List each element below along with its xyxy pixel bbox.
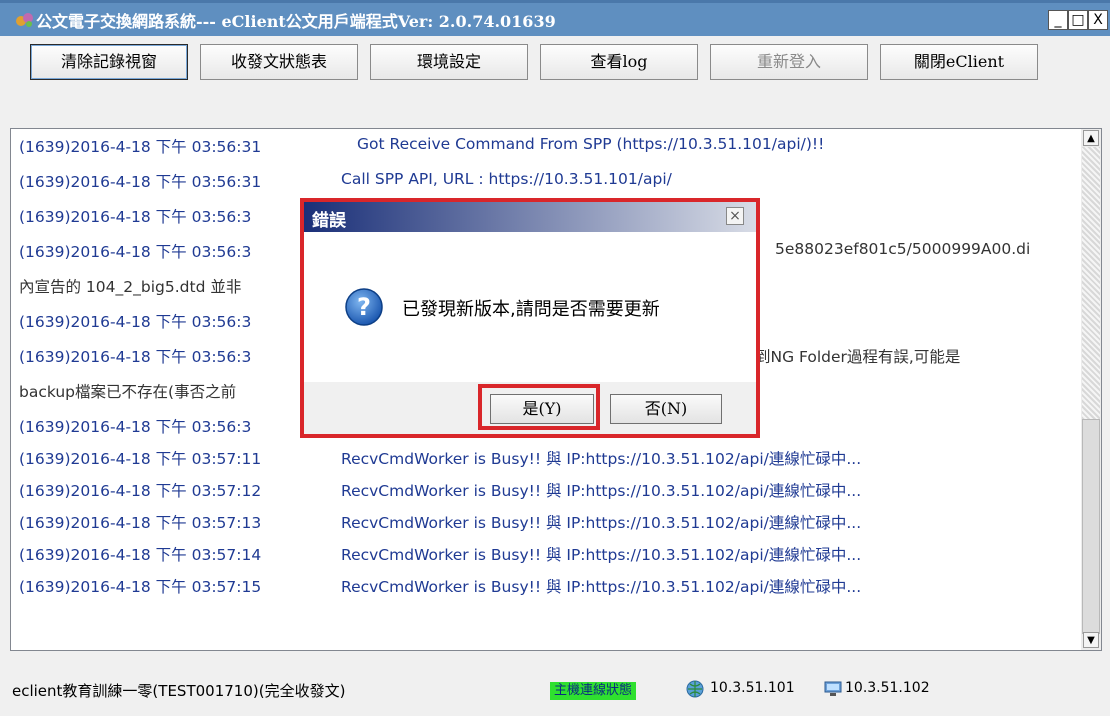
log-message: RecvCmdWorker is Busy!! 與 IP:https://10.… bbox=[341, 578, 862, 596]
close-eclient-button[interactable]: 關閉eClient bbox=[880, 44, 1038, 80]
globe-icon bbox=[686, 680, 704, 698]
relogin-button: 重新登入 bbox=[710, 44, 868, 80]
connection-status-badge: 主機連線狀態 bbox=[550, 682, 637, 700]
log-line-wrap: 內宣告的 104_2_big5.dtd 並非 bbox=[19, 278, 242, 296]
yes-button-highlight bbox=[478, 384, 600, 430]
question-icon: ? bbox=[345, 288, 383, 326]
dialog-message: 已發現新版本,請問是否需要更新 bbox=[402, 299, 660, 320]
title-bar[interactable]: 公文電子交換網路系統--- eClient公文用戶端程式Ver: 2.0.74.… bbox=[0, 0, 1110, 36]
log-timestamp: (1639)2016-4-18 下午 03:56:3 bbox=[19, 418, 252, 436]
scroll-down-icon[interactable]: ▼ bbox=[1083, 632, 1099, 648]
log-message: RecvCmdWorker is Busy!! 與 IP:https://10.… bbox=[341, 514, 862, 532]
log-line-wrap: backup檔案已不存在(事否之前 bbox=[19, 383, 237, 401]
log-message: Got Receive Command From SPP (https://10… bbox=[357, 135, 825, 153]
log-message: RecvCmdWorker is Busy!! 與 IP:https://10.… bbox=[341, 450, 862, 468]
log-timestamp: (1639)2016-4-18 下午 03:57:11 bbox=[19, 450, 262, 468]
status-bar: eclient教育訓練一零(TEST001710)(完全收發文) 主機連線狀態 … bbox=[10, 654, 1102, 710]
view-log-button[interactable]: 查看log bbox=[540, 44, 698, 80]
doc-status-button[interactable]: 收發文狀態表 bbox=[200, 44, 358, 80]
eclient-window: 公文電子交換網路系統--- eClient公文用戶端程式Ver: 2.0.74.… bbox=[0, 0, 1110, 716]
no-button[interactable]: 否(N) bbox=[610, 394, 722, 424]
log-timestamp: (1639)2016-4-18 下午 03:57:13 bbox=[19, 514, 262, 532]
log-timestamp: (1639)2016-4-18 下午 03:57:15 bbox=[19, 578, 262, 596]
dialog-close-button[interactable]: × bbox=[726, 207, 744, 225]
maximize-button[interactable]: □ bbox=[1068, 10, 1088, 30]
log-message: 5e88023ef801c5/5000999A00.di bbox=[775, 240, 1031, 258]
log-timestamp: (1639)2016-4-18 下午 03:57:12 bbox=[19, 482, 262, 500]
log-timestamp: (1639)2016-4-18 下午 03:56:3 bbox=[19, 348, 252, 366]
scroll-thumb[interactable] bbox=[1082, 419, 1100, 634]
server-ip-1: 10.3.51.101 bbox=[710, 680, 795, 696]
scroll-track[interactable] bbox=[1082, 147, 1100, 419]
svg-text:?: ? bbox=[357, 293, 371, 321]
log-timestamp: (1639)2016-4-18 下午 03:57:14 bbox=[19, 546, 262, 564]
log-timestamp: (1639)2016-4-18 下午 03:56:3 bbox=[19, 243, 252, 261]
log-message: RecvCmdWorker is Busy!! 與 IP:https://10.… bbox=[341, 546, 862, 564]
log-message: Call SPP API, URL : https://10.3.51.101/… bbox=[341, 170, 672, 188]
settings-button[interactable]: 環境設定 bbox=[370, 44, 528, 80]
network-server-icon bbox=[824, 681, 842, 696]
clear-log-button[interactable]: 清除記錄視窗 bbox=[30, 44, 188, 80]
dialog-title-bar[interactable]: 錯誤 × bbox=[304, 202, 756, 232]
server-ip-2: 10.3.51.102 bbox=[845, 680, 930, 696]
app-icon bbox=[16, 13, 33, 27]
status-user: eclient教育訓練一零(TEST001710)(完全收發文) bbox=[12, 682, 346, 700]
scroll-up-icon[interactable]: ▲ bbox=[1083, 130, 1099, 146]
log-timestamp: (1639)2016-4-18 下午 03:56:31 bbox=[19, 173, 262, 191]
minimize-button[interactable]: _ bbox=[1048, 10, 1068, 30]
log-timestamp: (1639)2016-4-18 下午 03:56:31 bbox=[19, 138, 262, 156]
dialog-title: 錯誤 bbox=[312, 211, 346, 231]
vertical-scrollbar[interactable]: ▲ ▼ bbox=[1081, 129, 1101, 650]
log-message: 到NG Folder過程有誤,可能是 bbox=[755, 348, 961, 366]
close-window-button[interactable]: X bbox=[1088, 10, 1108, 30]
log-message: RecvCmdWorker is Busy!! 與 IP:https://10.… bbox=[341, 482, 862, 500]
dialog-body: ? 已發現新版本,請問是否需要更新 bbox=[304, 232, 756, 382]
toolbar: 清除記錄視窗 收發文狀態表 環境設定 查看log 重新登入 關閉eClient bbox=[0, 36, 1110, 128]
log-timestamp: (1639)2016-4-18 下午 03:56:3 bbox=[19, 313, 252, 331]
log-timestamp: (1639)2016-4-18 下午 03:56:3 bbox=[19, 208, 252, 226]
window-title: 公文電子交換網路系統--- eClient公文用戶端程式Ver: 2.0.74.… bbox=[36, 12, 556, 31]
